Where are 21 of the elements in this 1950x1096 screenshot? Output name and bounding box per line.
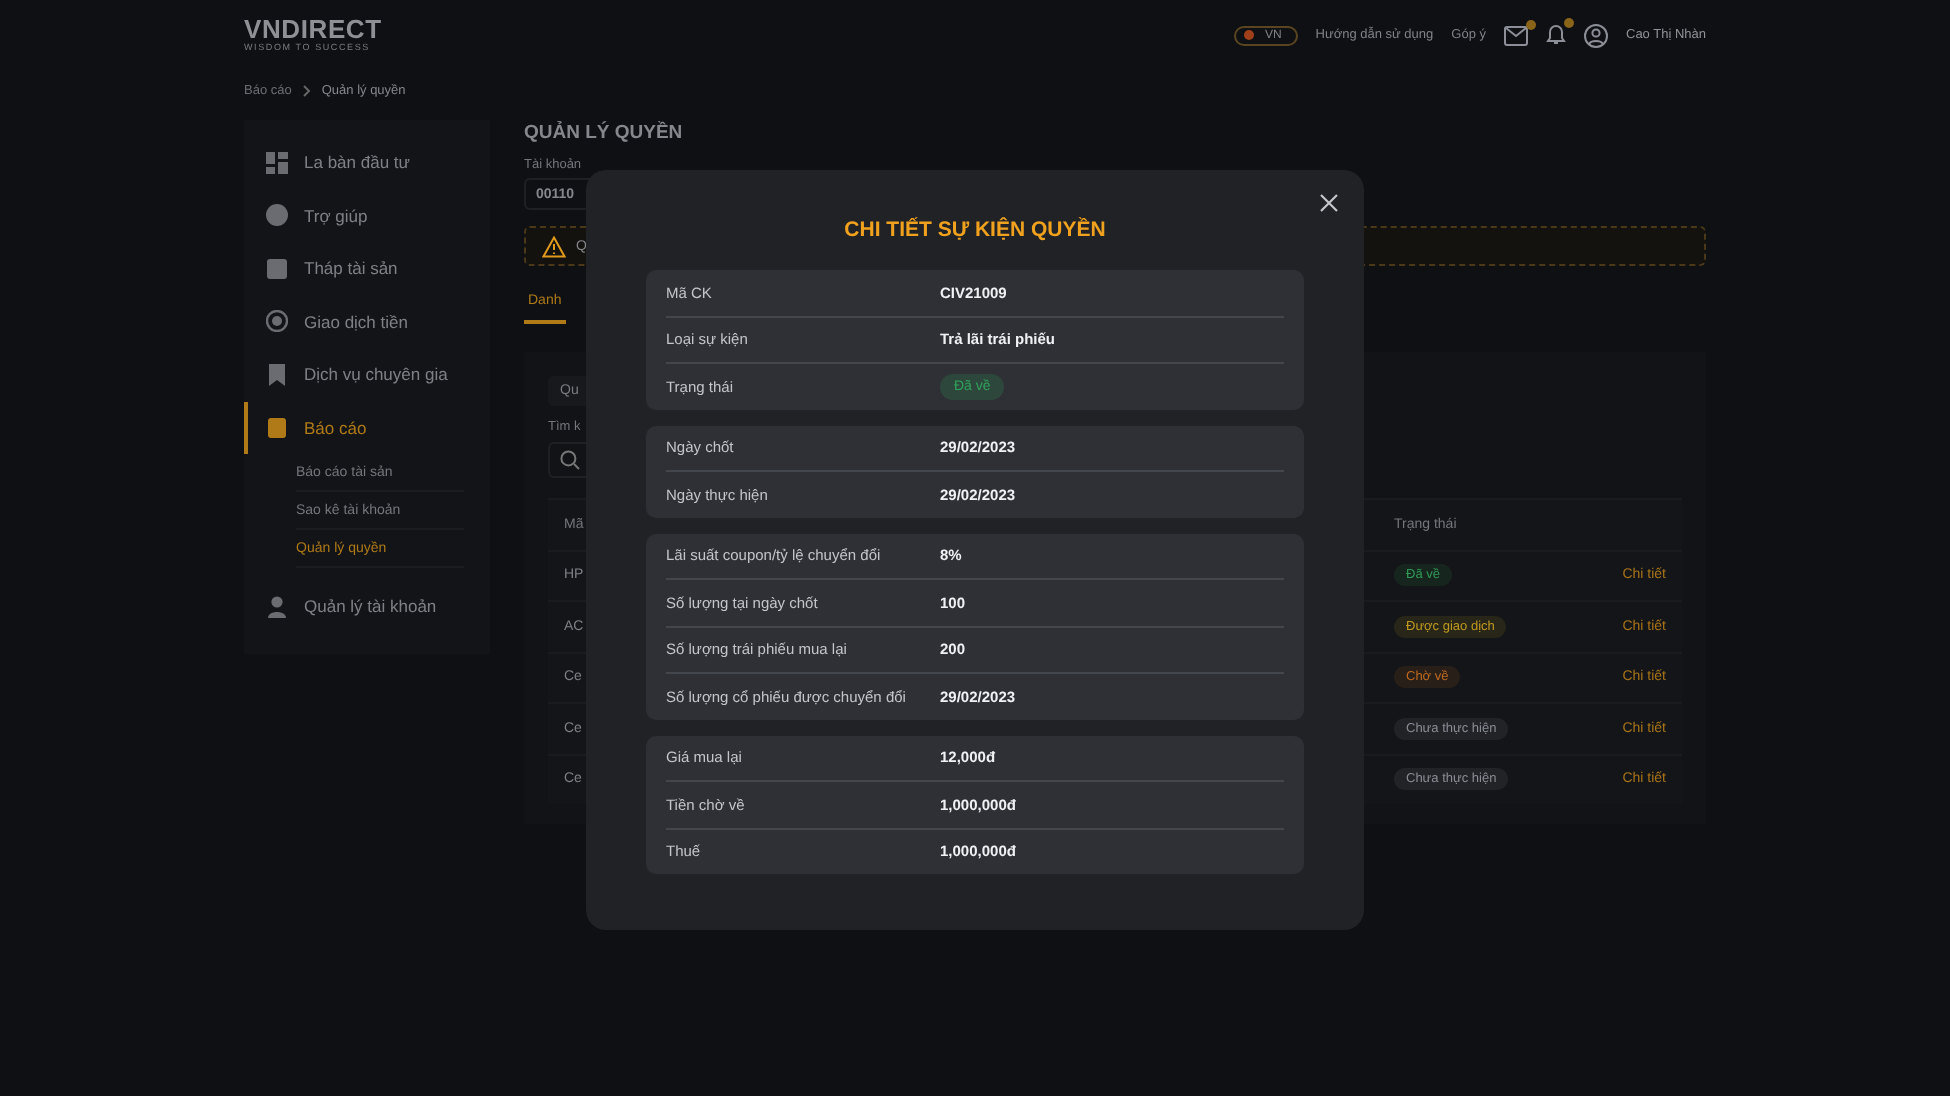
chevron-icon [301,83,312,97]
notification-badge [1564,18,1574,28]
bookmark-icon [266,363,288,386]
notification-badge [1526,19,1536,29]
sidebar-item[interactable]: Báo cáo [244,401,490,454]
dashboard-icon [266,151,288,174]
mail-icon[interactable] [1504,25,1528,45]
sidebar-item[interactable]: Quản lý tài khoản [244,580,490,633]
warning-icon [542,235,566,257]
sidebar-item[interactable]: La bàn đầu tư [244,136,490,189]
close-icon[interactable] [1320,194,1338,212]
sidebar-item[interactable]: Giao dịch tiền [244,295,490,348]
search-icon [560,450,580,470]
sidebar-item[interactable]: Tháp tài sản [244,242,490,295]
sidebar-item[interactable]: Trợ giúp [244,189,490,242]
bell-icon[interactable] [1546,24,1566,46]
page-title: QUẢN LÝ QUYỀN [524,122,685,144]
user-icon[interactable] [1584,23,1608,47]
sidebar-item[interactable]: Dịch vụ chuyên gia [244,348,490,401]
dialog-title: CHI TIẾT SỰ KIỆN QUYỀN [842,218,1108,242]
user-icon [266,595,288,618]
